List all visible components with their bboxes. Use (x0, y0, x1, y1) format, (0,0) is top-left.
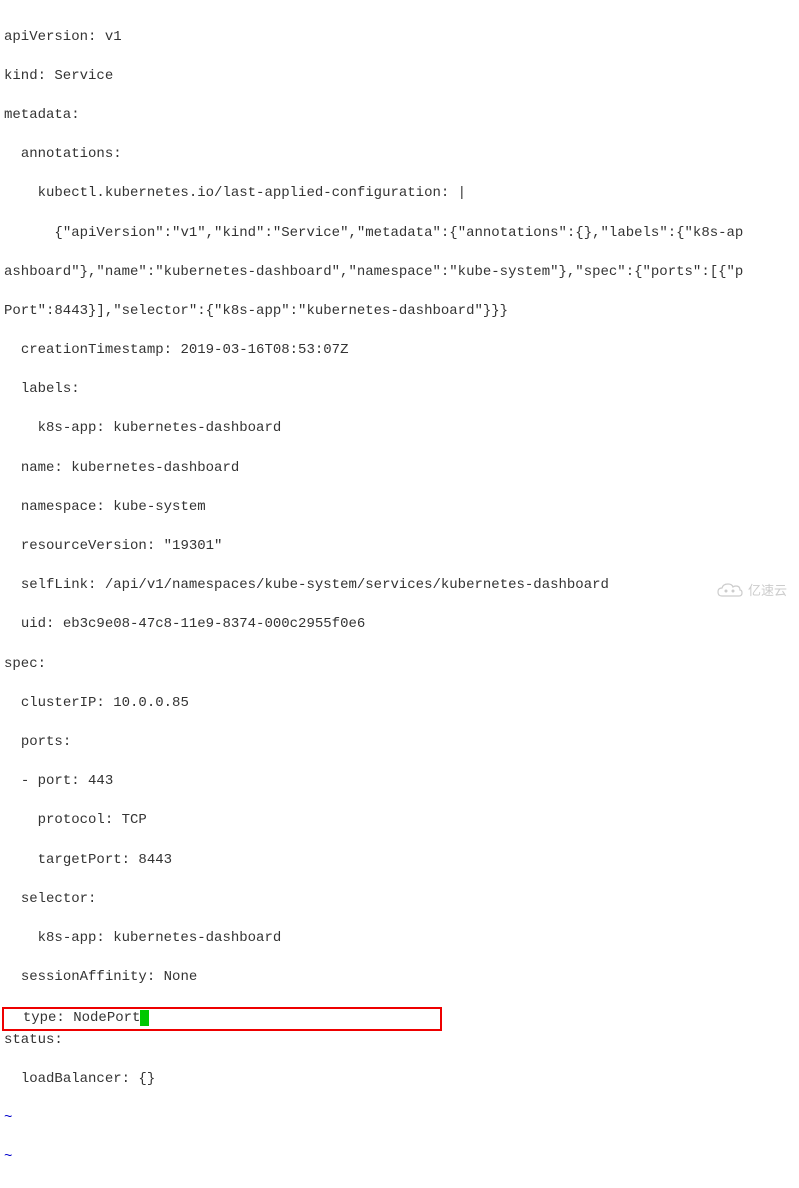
code-line: uid: eb3c9e08-47c8-11e9-8374-000c2955f0e… (4, 615, 795, 635)
watermark-text: 亿速云 (748, 582, 787, 600)
cloud-icon (716, 582, 744, 600)
code-line: {"apiVersion":"v1","kind":"Service","met… (4, 224, 795, 244)
code-line: apiVersion: v1 (4, 28, 795, 48)
editor-cursor (140, 1010, 149, 1026)
code-line: k8s-app: kubernetes-dashboard (4, 419, 795, 439)
code-line: protocol: TCP (4, 811, 795, 831)
yaml-code-block[interactable]: apiVersion: v1 kind: Service metadata: a… (4, 8, 795, 1188)
code-line: selfLink: /api/v1/namespaces/kube-system… (4, 576, 795, 596)
code-line: resourceVersion: "19301" (4, 537, 795, 557)
code-line: status: (4, 1031, 795, 1051)
vim-empty-line-tilde: ~ (4, 1148, 795, 1168)
code-line: labels: (4, 380, 795, 400)
highlighted-line-box: type: NodePort (2, 1007, 442, 1031)
code-line: ports: (4, 733, 795, 753)
vim-empty-line-tilde: ~ (4, 1109, 795, 1129)
code-line: - port: 443 (4, 772, 795, 792)
code-line: creationTimestamp: 2019-03-16T08:53:07Z (4, 341, 795, 361)
code-line: loadBalancer: {} (4, 1070, 795, 1090)
code-line: namespace: kube-system (4, 498, 795, 518)
code-line: kubectl.kubernetes.io/last-applied-confi… (4, 184, 795, 204)
code-line: ashboard"},"name":"kubernetes-dashboard"… (4, 263, 795, 283)
code-line: clusterIP: 10.0.0.85 (4, 694, 795, 714)
code-line: sessionAffinity: None (4, 968, 795, 988)
code-line: annotations: (4, 145, 795, 165)
code-line: Port":8443}],"selector":{"k8s-app":"kube… (4, 302, 795, 322)
code-line: spec: (4, 655, 795, 675)
code-line: kind: Service (4, 67, 795, 87)
code-line: targetPort: 8443 (4, 851, 795, 871)
code-line: metadata: (4, 106, 795, 126)
code-line: k8s-app: kubernetes-dashboard (4, 929, 795, 949)
code-line-highlighted: type: NodePort (6, 1010, 140, 1026)
code-line: selector: (4, 890, 795, 910)
code-line: name: kubernetes-dashboard (4, 459, 795, 479)
watermark: 亿速云 (716, 582, 787, 600)
